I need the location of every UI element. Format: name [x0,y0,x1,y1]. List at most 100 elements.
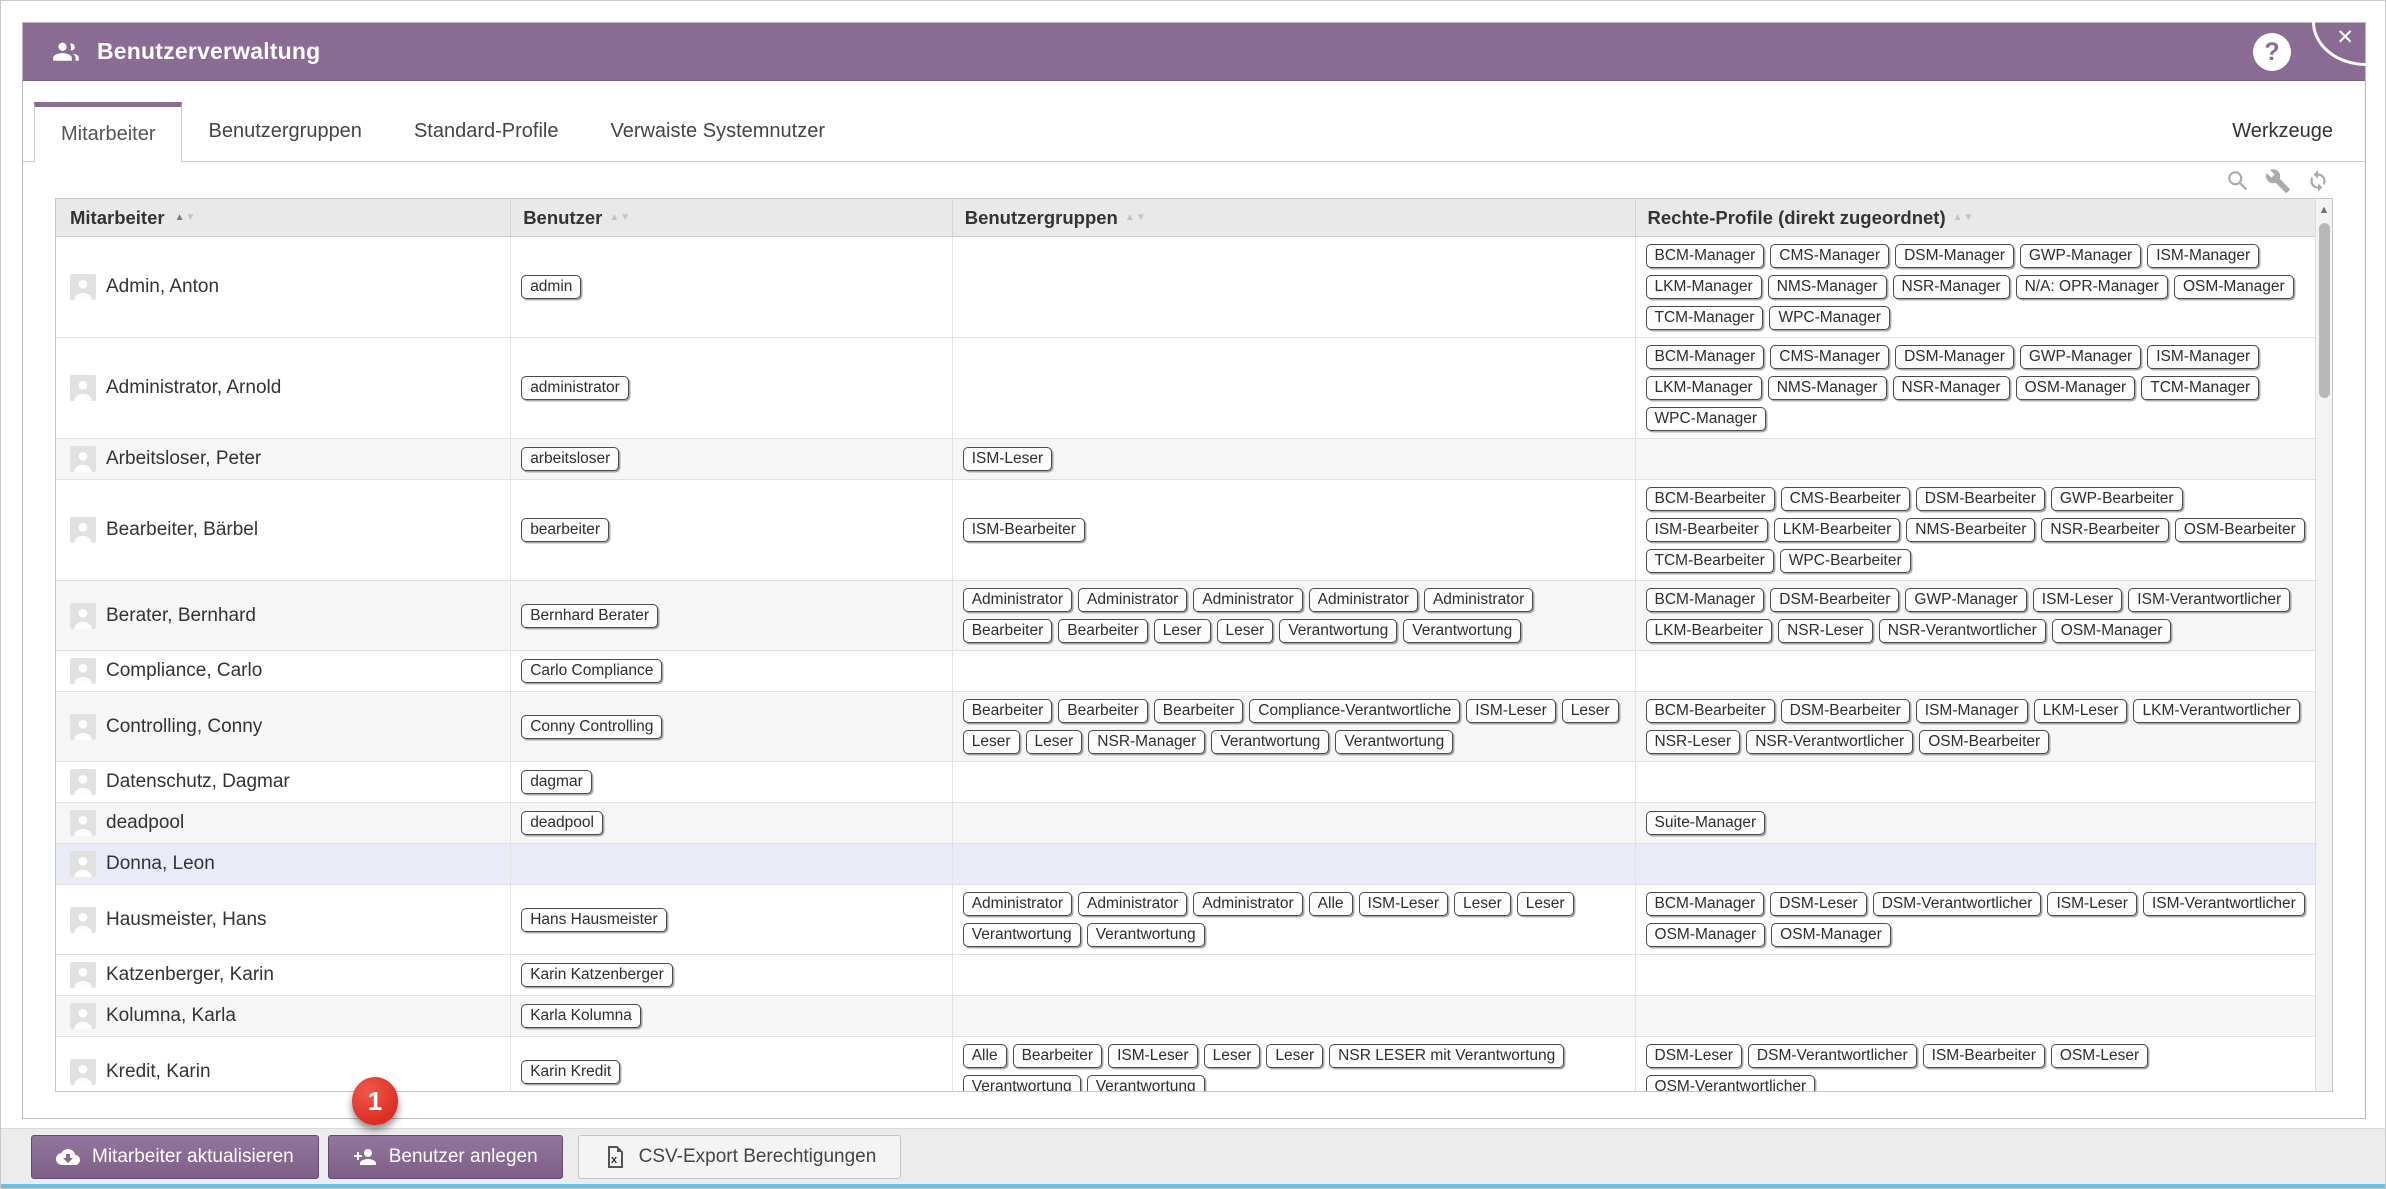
sort-desc-icon[interactable]: ▼ [1964,212,1974,223]
tab-verwaiste-systemnutzer[interactable]: Verwaiste Systemnutzer [584,101,851,161]
profile-badge: DSM-Leser [1646,1044,1742,1068]
table-row[interactable]: Hausmeister, Hans Hans Hausmeister Admin… [56,885,2332,955]
sort-desc-icon[interactable]: ▼ [1136,212,1146,223]
employee-cell: deadpool [56,803,511,843]
button-label: CSV-Export Berechtigungen [639,1146,877,1168]
user-badge: Hans Hausmeister [521,908,667,932]
employee-cell: Controlling, Conny [56,692,511,761]
wrench-icon[interactable] [2265,168,2291,194]
profile-badge: BCM-Manager [1646,892,1765,916]
profile-badge: NSR-Leser [1646,730,1741,754]
user-badge: administrator [521,376,629,400]
group-badge: Bearbeiter [963,699,1053,723]
profiles-cell [1636,762,2332,802]
user-cell: Bernhard Berater [511,581,953,650]
groups-cell [953,844,1636,884]
refresh-icon[interactable] [2305,168,2331,194]
profile-badge: NMS-Manager [1768,275,1887,299]
user-avatar-icon [70,810,96,836]
table-row[interactable]: Administrator, Arnold administrator BCM-… [56,338,2332,439]
group-badge: ISM-Leser [963,447,1053,471]
user-avatar-icon [70,658,96,684]
profile-badge: DSM-Manager [1895,345,2014,369]
benutzer-anlegen-button[interactable]: Benutzer anlegen [328,1135,563,1179]
help-button[interactable]: ? [2253,33,2291,71]
search-icon[interactable] [2225,168,2251,194]
column-label: Benutzergruppen [965,207,1118,229]
sort-asc-icon[interactable]: ▲ [1953,212,1963,223]
user-badge: deadpool [521,811,603,835]
close-button[interactable]: ✕ [2312,22,2366,66]
profile-badge: OSM-Manager [2016,376,2136,400]
table-row[interactable]: Berater, Bernhard Bernhard Berater Admin… [56,581,2332,651]
profile-badge: ISM-Manager [2147,345,2259,369]
table-body: Admin, Anton admin BCM-ManagerCMS-Manage… [56,237,2332,1091]
column-header-benutzergruppen[interactable]: Benutzergruppen ▲▼ [953,199,1636,236]
sort-asc-icon[interactable]: ▲ [609,212,619,223]
groups-cell: ISM-Bearbeiter [953,480,1636,580]
table-row[interactable]: Datenschutz, Dagmar dagmar [56,762,2332,803]
profile-badge: Suite-Manager [1646,811,1766,835]
user-avatar-icon [70,517,96,543]
profile-badge: ISM-Leser [2033,588,2123,612]
groups-cell [953,237,1636,337]
group-badge: Bearbeiter [1058,619,1148,643]
table-row[interactable]: Kolumna, Karla Karla Kolumna [56,996,2332,1037]
profile-badge: TCM-Bearbeiter [1646,549,1774,573]
group-badge: Administrator [963,588,1072,612]
group-badge: Administrator [963,892,1072,916]
employee-cell: Katzenberger, Karin [56,955,511,995]
tab-bar: Mitarbeiter Benutzergruppen Standard-Pro… [23,101,2365,162]
profile-badge: NSR-Bearbeiter [2041,518,2168,542]
user-cell: deadpool [511,803,953,843]
groups-cell [953,651,1636,691]
table-row[interactable]: Controlling, Conny Conny Controlling Bea… [56,692,2332,762]
tab-mitarbeiter[interactable]: Mitarbeiter [34,102,182,162]
column-label: Rechte-Profile (direkt zugeordnet) [1648,207,1946,229]
scroll-up-icon[interactable]: ▲ [2316,199,2332,221]
user-avatar-icon [70,851,96,877]
table-row[interactable]: Katzenberger, Karin Karin Katzenberger [56,955,2332,996]
profile-badge: N/A: OPR-Manager [2016,275,2168,299]
user-cell: Karin Katzenberger [511,955,953,995]
footer-action-bar: Mitarbeiter aktualisieren Benutzer anleg… [1,1128,2385,1188]
table-header-row: Mitarbeiter ▲▼ Benutzer ▲▼ Benutzergrupp… [56,199,2332,237]
tab-standard-profile[interactable]: Standard-Profile [388,101,585,161]
table-row[interactable]: Bearbeiter, Bärbel bearbeiter ISM-Bearbe… [56,480,2332,581]
column-header-rechte-profile[interactable]: Rechte-Profile (direkt zugeordnet) ▲▼ [1636,199,2332,236]
table-row[interactable]: Donna, Leon [56,844,2332,885]
sort-asc-icon[interactable]: ▲ [175,212,185,223]
profile-badge: WPC-Bearbeiter [1780,549,1911,573]
profiles-cell: BCM-BearbeiterCMS-BearbeiterDSM-Bearbeit… [1636,480,2332,580]
mitarbeiter-aktualisieren-button[interactable]: Mitarbeiter aktualisieren [31,1135,319,1179]
svg-text:x: x [611,1154,618,1166]
table-row[interactable]: Arbeitsloser, Peter arbeitsloser ISM-Les… [56,439,2332,480]
column-header-mitarbeiter[interactable]: Mitarbeiter ▲▼ [56,199,511,236]
tab-benutzergruppen[interactable]: Benutzergruppen [182,101,387,161]
group-badge: Verantwortung [1211,730,1329,754]
profile-badge: ISM-Verantwortlicher [2128,588,2290,612]
column-header-benutzer[interactable]: Benutzer ▲▼ [511,199,953,236]
profile-badge: GWP-Manager [2020,244,2141,268]
sort-desc-icon[interactable]: ▼ [620,212,630,223]
groups-cell: AdministratorAdministratorAdministratorA… [953,885,1636,954]
user-plus-icon [353,1145,377,1169]
employee-cell: Bearbeiter, Bärbel [56,480,511,580]
csv-export-button[interactable]: x CSV-Export Berechtigungen [578,1135,902,1179]
groups-cell: ISM-Leser [953,439,1636,479]
table-row[interactable]: deadpool deadpool Suite-Manager [56,803,2332,844]
werkzeuge-link[interactable]: Werkzeuge [2232,120,2333,143]
table-row[interactable]: Admin, Anton admin BCM-ManagerCMS-Manage… [56,237,2332,338]
vertical-scrollbar[interactable]: ▲ [2315,199,2332,1091]
group-badge: Leser [963,730,1020,754]
table-row[interactable]: Compliance, Carlo Carlo Compliance [56,651,2332,692]
employee-name: Controlling, Conny [106,716,262,738]
sort-desc-icon[interactable]: ▼ [185,212,195,223]
group-badge: Alle [963,1044,1007,1068]
table-row[interactable]: Kredit, Karin Karin Kredit AlleBearbeite… [56,1037,2332,1091]
scrollbar-thumb[interactable] [2319,223,2330,398]
user-badge: admin [521,275,581,299]
sort-asc-icon[interactable]: ▲ [1125,212,1135,223]
profiles-cell [1636,955,2332,995]
groups-cell [953,955,1636,995]
